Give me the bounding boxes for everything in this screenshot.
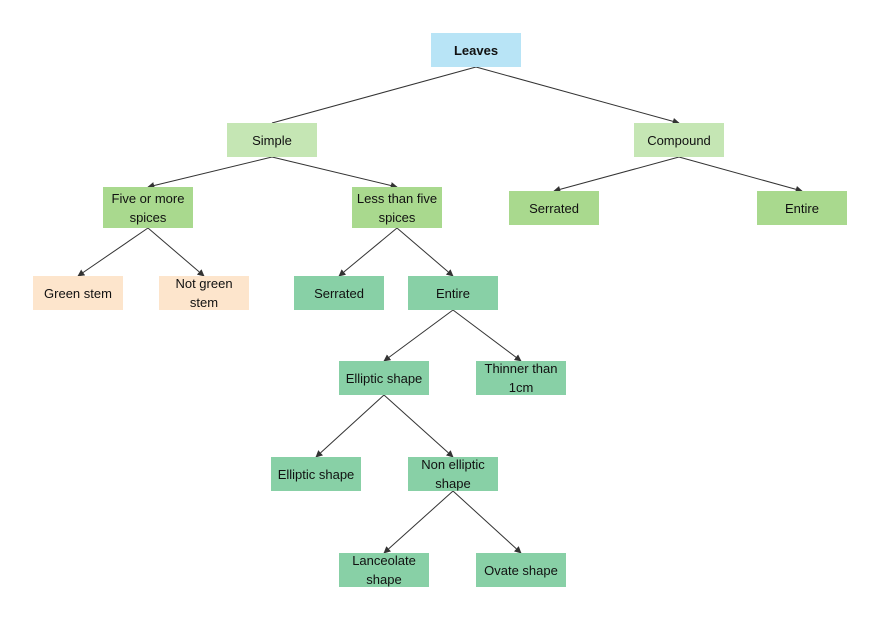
edge-leaves-to-simple bbox=[271, 66, 477, 124]
node-thinner-than-1cm: Thinner than 1cm bbox=[476, 361, 566, 395]
edge-compound-to-compound-serrated bbox=[553, 156, 680, 193]
node-non-elliptic-shape: Non elliptic shape bbox=[408, 457, 498, 491]
edge-compound-to-compound-entire bbox=[678, 156, 803, 193]
edges-layer bbox=[77, 66, 803, 554]
node-elliptic-shape: Elliptic shape bbox=[339, 361, 429, 395]
node-compound-serrated: Serrated bbox=[509, 191, 599, 225]
edge-five-or-more-to-green-stem bbox=[77, 227, 149, 277]
edge-elliptic-shape-to-elliptic-shape-2 bbox=[315, 394, 385, 458]
node-less-than-five: Less than five spices bbox=[352, 187, 442, 228]
edge-less-than-five-to-simple-entire bbox=[396, 227, 454, 277]
node-green-stem: Green stem bbox=[33, 276, 123, 310]
node-not-green-stem: Not green stem bbox=[159, 276, 249, 310]
edge-non-elliptic-shape-to-ovate-shape bbox=[452, 490, 522, 554]
edge-simple-entire-to-thinner-than-1cm bbox=[452, 309, 522, 362]
edge-simple-to-less-than-five bbox=[271, 156, 398, 189]
node-lanceolate-shape: Lanceolate shape bbox=[339, 553, 429, 587]
node-compound: Compound bbox=[634, 123, 724, 157]
node-simple-entire: Entire bbox=[408, 276, 498, 310]
edge-non-elliptic-shape-to-lanceolate-shape bbox=[383, 490, 454, 554]
edge-five-or-more-to-not-green-stem bbox=[147, 227, 205, 277]
edge-leaves-to-compound bbox=[475, 66, 680, 125]
node-elliptic-shape-2: Elliptic shape bbox=[271, 457, 361, 491]
leaf-classification-diagram: Leaves Simple Compound Five or more spices L… bbox=[0, 0, 880, 625]
edge-less-than-five-to-simple-serrated bbox=[338, 227, 398, 277]
node-simple-serrated: Serrated bbox=[294, 276, 384, 310]
node-compound-entire: Entire bbox=[757, 191, 847, 225]
node-leaves: Leaves bbox=[431, 33, 521, 67]
edge-elliptic-shape-to-non-elliptic-shape bbox=[383, 394, 454, 458]
node-simple: Simple bbox=[227, 123, 317, 157]
node-five-or-more: Five or more spices bbox=[103, 187, 193, 228]
node-ovate-shape: Ovate shape bbox=[476, 553, 566, 587]
edge-simple-entire-to-elliptic-shape bbox=[383, 309, 454, 362]
edge-simple-to-five-or-more bbox=[147, 156, 273, 189]
